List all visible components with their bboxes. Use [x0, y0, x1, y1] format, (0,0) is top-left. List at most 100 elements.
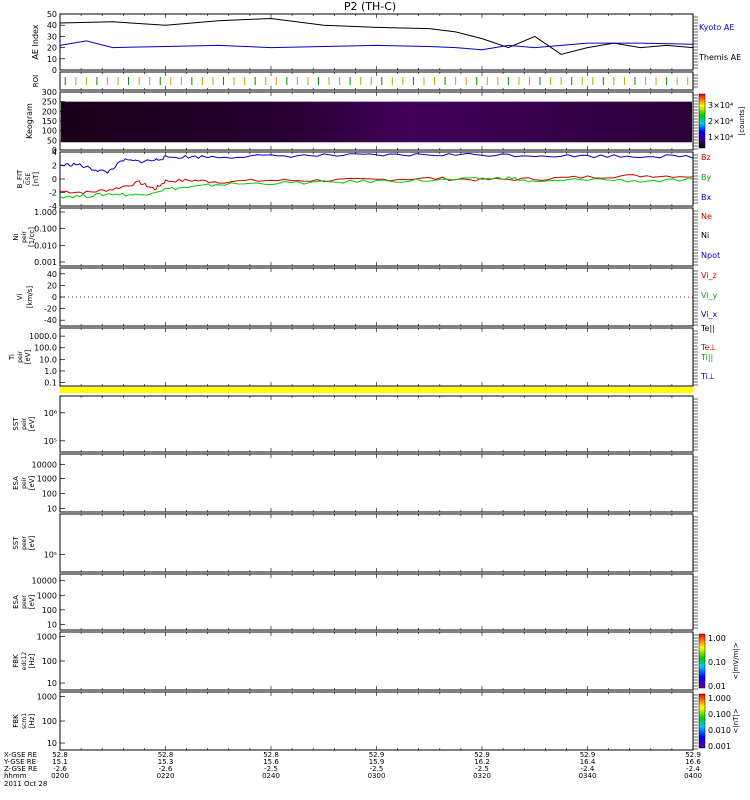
colorbar-tick-label-fbk2: 0.010	[708, 726, 731, 735]
legend-bx: Bx	[701, 193, 711, 202]
y-axis-label-ni: Ni	[12, 233, 20, 240]
legend-te-par: Te||	[700, 324, 715, 333]
legend-vix: Vi_x	[701, 310, 718, 319]
keogram-image	[61, 101, 692, 143]
y-tick-label-ti: 100.0	[34, 344, 57, 353]
status-bar-yellow	[60, 387, 693, 393]
panel-frame-ae	[59, 13, 694, 71]
y-tick-label-esa1: 10000	[32, 460, 57, 469]
y-axis-label-fbk2: FBK	[12, 714, 20, 728]
y-tick-label-ae: 20	[47, 44, 57, 53]
footer-value: 0200	[51, 772, 69, 780]
panel-frame-ni	[59, 207, 694, 267]
ae-series-line-kyoto	[59, 17, 694, 55]
footer-row-label: 2011 Oct 28	[4, 780, 47, 788]
y-tick-label-vi: -20	[44, 305, 57, 314]
colorbar-tick-label-fbk2: 1.000	[708, 694, 731, 703]
legend-ti-par: Ti||	[700, 353, 713, 362]
y-tick-label-esa1: 10	[47, 505, 57, 514]
y-tick-label-ni: 1.000	[34, 208, 57, 217]
y-tick-label-bfit: 2	[52, 162, 57, 171]
y-tick-label-ae: 50	[47, 10, 57, 19]
y-axis-unit-ti: [eV]	[24, 349, 32, 364]
y-axis-label-keogram: Keogram	[25, 103, 34, 139]
footer-value: 0220	[157, 772, 175, 780]
legend-kyoto-ae: Kyoto AE	[699, 23, 734, 32]
y-axis-sublabel-sst2: peer	[21, 536, 28, 550]
y-tick-label-sst1: 10⁶	[44, 409, 57, 418]
y-tick-label-fbk2: 1000	[37, 693, 57, 702]
colorbar-tick-label: 1×10⁴	[708, 133, 733, 142]
panel-frame-esa1	[59, 453, 694, 513]
y-tick-label-fbk1: 10	[47, 679, 57, 688]
y-tick-label-ae: 40	[47, 21, 57, 30]
y-tick-label-vi: 0	[52, 293, 57, 302]
y-tick-label-ni: 0.100	[34, 225, 57, 234]
legend-themis-ae: Themis AE	[698, 53, 741, 62]
footer-value: 0320	[473, 772, 491, 780]
y-tick-label-vi: -40	[44, 316, 57, 325]
y-axis-unit-bfit: [nT]	[32, 172, 40, 186]
legend-bz: Bz	[701, 153, 711, 162]
y-axis-unit-vi: [km/s]	[26, 286, 34, 309]
panel-frame-fbk1	[59, 631, 694, 691]
colorbar-tick-label: 3×10⁴	[708, 101, 733, 110]
y-tick-label-sst1: 10⁵	[44, 437, 57, 446]
y-axis-label-ae: AE Index	[31, 24, 40, 59]
y-axis-label-roi: ROI	[32, 75, 40, 87]
y-tick-label-keogram: 250	[42, 98, 57, 107]
y-axis-unit-sst1: [eV]	[28, 416, 36, 431]
y-tick-label-keogram: 100	[42, 127, 57, 136]
colorbar-label-keogram: [counts]	[738, 106, 746, 135]
y-tick-label-ti: 1000.0	[29, 332, 57, 341]
y-tick-label-esa2: 10	[47, 620, 57, 629]
y-tick-label-ae: 0	[52, 66, 57, 75]
y-axis-unit-esa2: [eV]	[28, 594, 36, 609]
y-tick-label-bfit: -2	[49, 189, 57, 198]
y-tick-label-keogram: 200	[42, 107, 57, 116]
colorbar-label-fbk1: <|mV/m|>	[732, 642, 740, 679]
y-tick-label-ae: 10	[47, 55, 57, 64]
y-tick-label-sst2: 10⁵	[44, 551, 57, 560]
legend-ne: Ne	[701, 212, 712, 221]
y-axis-label-esa1: ESA	[12, 476, 20, 490]
y-axis-sublabel-fbk1: edc12	[21, 652, 28, 671]
panel-frame-sst1	[59, 395, 694, 453]
legend-viy: Vi_y	[701, 291, 718, 300]
legend-te-perp: Te⊥	[700, 343, 716, 352]
y-tick-label-keogram: 150	[42, 117, 57, 126]
y-axis-label-fbk1: FBK	[12, 654, 20, 668]
colorbar-tick-label-fbk1: 0.01	[708, 682, 726, 691]
legend-ni: Ni	[701, 231, 709, 240]
y-axis-unit-fbk2: [Hz]	[28, 714, 36, 729]
y-tick-label-esa1: 100	[42, 489, 57, 498]
legend-ti-perp: Ti⊥	[700, 372, 715, 381]
y-axis-unit-esa1: [eV]	[28, 475, 36, 490]
y-axis-sublabel-fbk2: scm1	[21, 713, 28, 729]
y-tick-label-keogram: 50	[47, 136, 57, 145]
panel-frame-fbk2	[59, 691, 694, 751]
y-tick-label-esa2: 10000	[32, 577, 57, 586]
footer-value: 0240	[262, 772, 280, 780]
y-tick-label-fbk2: 10	[47, 739, 57, 748]
y-axis-label-esa2: ESA	[12, 595, 20, 609]
y-tick-label-esa2: 1000	[37, 591, 57, 600]
y-axis-sublabel-bfit: GSE	[25, 173, 32, 185]
y-tick-label-vi: 20	[47, 281, 57, 290]
y-axis-label-ti: Ti	[8, 354, 16, 361]
bfit-series-line-bx	[59, 152, 694, 174]
footer-value: 0400	[684, 772, 702, 780]
y-tick-label-vi: 40	[47, 270, 57, 279]
y-axis-label-sst2: SST	[12, 536, 20, 550]
y-axis-sublabel-ti: peir	[17, 351, 24, 363]
y-tick-label-ti: 0.1	[44, 379, 57, 388]
y-axis-label-vi: Vi	[16, 294, 24, 301]
y-axis-sublabel-sst1: peir	[21, 418, 28, 430]
legend-viz: Vi_z	[701, 271, 717, 280]
colorbar-tick-label-fbk2: 0.001	[708, 742, 731, 751]
bfit-series-line-bz	[59, 174, 694, 195]
footer-row-label: hhmm	[4, 772, 27, 780]
colorbar-fbk2	[698, 693, 706, 749]
y-tick-label-esa2: 100	[42, 606, 57, 615]
plot-title: P2 (TH-C)	[344, 0, 396, 13]
